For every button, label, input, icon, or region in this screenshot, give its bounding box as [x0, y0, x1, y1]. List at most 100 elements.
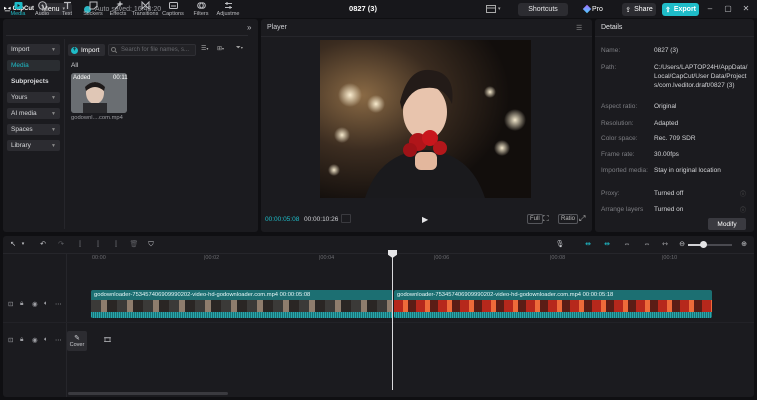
sort-button[interactable]: ☰▾: [201, 45, 208, 52]
tab-stickers[interactable]: Stickers: [80, 0, 106, 18]
current-timecode: 00:00:05:08: [265, 216, 300, 223]
chevron-down-icon: ▾: [222, 46, 225, 51]
track-collapse-icon[interactable]: ⊡: [8, 300, 13, 308]
search-input[interactable]: Search for file names, s...: [108, 44, 196, 56]
sidebar-item-label: AI media: [11, 110, 37, 117]
eye-icon[interactable]: ◉: [32, 300, 38, 308]
detail-value: Original: [654, 103, 677, 110]
fullscreen-quality-button[interactable]: Full: [527, 214, 543, 224]
zoom-slider-handle[interactable]: [700, 241, 707, 248]
video-clip-1[interactable]: godownloader-753457406909990202-video-hd…: [91, 290, 393, 318]
media-filename: godownl....com.mp4: [71, 115, 123, 121]
shortcuts-button[interactable]: Shortcuts: [518, 3, 568, 16]
info-icon[interactable]: ⓘ: [740, 189, 746, 198]
timeline-scrollbar[interactable]: [68, 392, 228, 395]
select-tool-icon[interactable]: ↖: [8, 240, 18, 249]
layout-button[interactable]: ▾: [486, 4, 506, 14]
pencil-icon: ✎: [74, 335, 80, 342]
sidebar-item-subprojects[interactable]: Subprojects: [7, 76, 60, 87]
ruler-tick: |00:08: [550, 255, 566, 261]
maximize-button[interactable]: ▢: [723, 4, 733, 14]
link-icon[interactable]: ⇔: [622, 240, 632, 249]
play-button[interactable]: ▶: [422, 215, 428, 224]
undo-icon[interactable]: ↶: [38, 240, 48, 249]
modify-button[interactable]: Modify: [708, 218, 746, 230]
delete-icon[interactable]: 🗑: [129, 240, 139, 249]
zoom-out-icon[interactable]: ⊖: [677, 240, 687, 249]
ruler-tick: |00:06: [434, 255, 450, 261]
detail-key: Color space:: [601, 135, 638, 142]
export-icon: ⇧: [664, 6, 671, 14]
export-button[interactable]: ⇧ Export: [662, 3, 699, 16]
chevron-down-icon: ▼: [51, 142, 56, 149]
sidebar-item-label: Yours: [11, 94, 28, 101]
tab-media[interactable]: Media: [5, 0, 31, 18]
share-button[interactable]: ⇪ Share: [622, 3, 656, 16]
playhead-line[interactable]: [392, 253, 393, 390]
speaker-icon[interactable]: 🔈︎: [44, 300, 48, 308]
export-label: Export: [673, 6, 697, 13]
tab-captions[interactable]: Captions: [160, 0, 186, 18]
split-icon[interactable]: ⫿: [75, 240, 85, 249]
view-button[interactable]: ⊞▾: [217, 45, 224, 52]
info-icon[interactable]: ⓘ: [740, 205, 746, 214]
timecode-expand-icon[interactable]: [341, 214, 351, 223]
cover-button[interactable]: ✎ Cover: [67, 331, 87, 351]
more-icon[interactable]: ⋯: [55, 300, 62, 308]
shield-icon[interactable]: ⛉: [146, 240, 156, 249]
ruler-tick: |00:02: [204, 255, 220, 261]
close-button[interactable]: ✕: [741, 4, 751, 14]
chevron-down-icon[interactable]: ▾: [18, 240, 28, 249]
tab-label: Captions: [162, 11, 184, 17]
redo-icon[interactable]: ↷: [56, 240, 66, 249]
split-right-icon[interactable]: ⫿: [111, 240, 121, 249]
share-label: Share: [634, 6, 653, 13]
screenshot-icon[interactable]: ⛶: [543, 214, 549, 224]
speaker-icon[interactable]: 🔈︎: [44, 336, 48, 344]
clip-thumbnail-strip: [91, 300, 393, 312]
lock-icon[interactable]: 🔒︎: [20, 300, 23, 308]
tab-label: Transitions: [131, 11, 159, 17]
tab-transitions[interactable]: Transitions: [132, 0, 158, 18]
zoom-in-icon[interactable]: ⊕: [739, 240, 749, 249]
all-label: All: [71, 62, 79, 69]
sidebar-item-library[interactable]: Library ▼: [7, 140, 60, 151]
toolbar-more-button[interactable]: »: [247, 23, 251, 32]
chevron-down-icon: ▾: [206, 46, 209, 51]
fullscreen-icon[interactable]: ⤢: [579, 214, 585, 224]
lock-icon[interactable]: 🔒︎: [20, 336, 23, 344]
tab-effects[interactable]: Effects: [105, 0, 131, 18]
track-collapse-icon[interactable]: ⊡: [8, 336, 13, 344]
more-icon[interactable]: ⋯: [55, 336, 62, 344]
pro-button[interactable]: Pro: [582, 4, 603, 14]
fit-icon[interactable]: ⇿: [660, 240, 670, 249]
added-badge: Added: [73, 75, 91, 81]
import-button[interactable]: + Import: [68, 44, 105, 56]
timeline-toolbar-divider: [3, 253, 754, 254]
filter-button[interactable]: ⏷▾: [236, 45, 243, 52]
split-left-icon[interactable]: ⫿: [93, 240, 103, 249]
tab-label: Audio: [34, 11, 50, 17]
player-menu-icon[interactable]: ☰: [576, 24, 582, 32]
tab-filters[interactable]: Filters: [188, 0, 214, 18]
sidebar-item-label: Spaces: [11, 126, 33, 133]
video-clip-2[interactable]: godownloader-753457406909990202-video-hd…: [394, 290, 712, 318]
sidebar-item-ai-media[interactable]: AI media ▼: [7, 108, 60, 119]
main-track-magnet-icon[interactable]: ⇹: [583, 240, 593, 249]
sidebar-item-media[interactable]: Media: [7, 60, 60, 71]
tab-audio[interactable]: Audio: [29, 0, 55, 18]
tab-text[interactable]: Text: [54, 0, 80, 18]
sidebar-item-import[interactable]: Import ▼: [7, 44, 60, 55]
ruler-tick: 00:00: [92, 255, 106, 261]
sidebar-item-spaces[interactable]: Spaces ▼: [7, 124, 60, 135]
preview-axis-icon[interactable]: ⇔: [642, 240, 652, 249]
ratio-button[interactable]: Ratio: [558, 214, 579, 224]
video-preview[interactable]: [320, 40, 531, 198]
tab-adjustment[interactable]: Adjustme: [215, 0, 241, 18]
auto-snap-icon[interactable]: ⇹: [602, 240, 612, 249]
sidebar-item-yours[interactable]: Yours ▼: [7, 92, 60, 103]
eye-icon[interactable]: ◉: [32, 336, 38, 344]
diamond-icon: [582, 4, 592, 14]
minimize-button[interactable]: –: [705, 4, 715, 14]
microphone-icon[interactable]: 🎙: [555, 240, 565, 249]
